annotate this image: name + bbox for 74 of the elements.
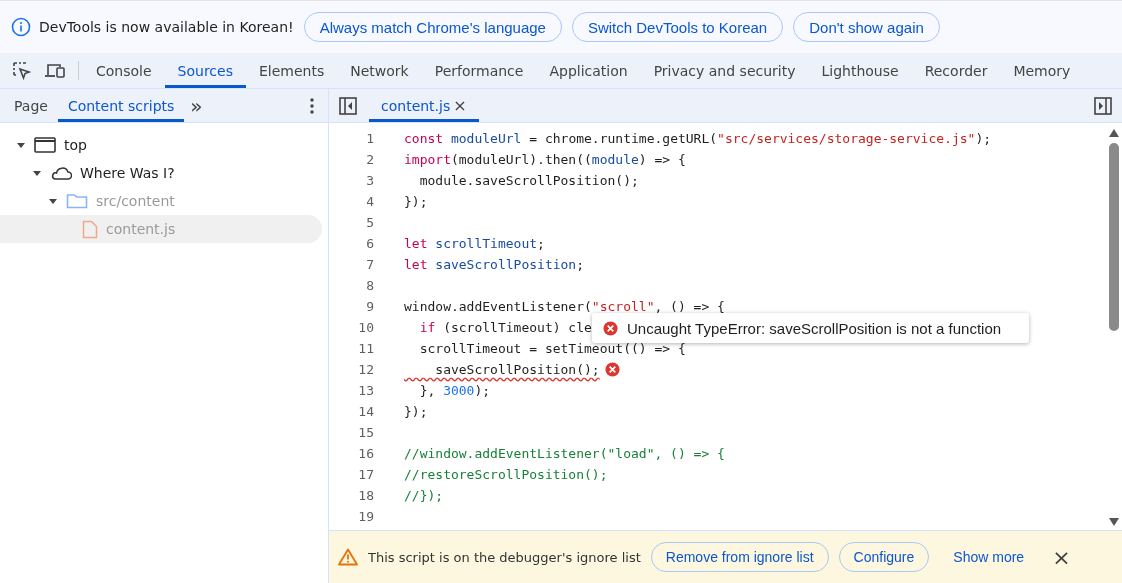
line-number: 16	[357, 446, 374, 461]
scrollbar-thumb[interactable]	[1109, 143, 1119, 331]
line-number: 17	[357, 467, 374, 482]
info-message: DevTools is now available in Korean!	[39, 19, 294, 35]
panel-tab[interactable]: Elements	[245, 53, 338, 88]
more-tabs-button[interactable]: »	[184, 89, 209, 122]
caret-icon[interactable]	[32, 168, 42, 178]
code-line: module.saveScrollPosition();	[418, 173, 639, 188]
sidebar-toggle-icon[interactable]	[339, 96, 357, 115]
line-number: 10	[357, 320, 374, 335]
line-number: 19	[357, 509, 374, 524]
folder-icon	[66, 193, 88, 209]
warning-message: This script is on the debugger's ignore list	[368, 549, 641, 565]
error-icon	[603, 320, 618, 336]
file-tab[interactable]: content.js ×	[369, 89, 479, 122]
file-icon	[82, 219, 98, 239]
code-line: }, 3000);	[418, 383, 491, 398]
line-number: 18	[357, 488, 374, 503]
code-line: window.addEventListener("scroll", () => {	[404, 299, 725, 314]
warning-icon	[338, 548, 358, 566]
panel-tab[interactable]: Recorder	[911, 53, 1001, 88]
scroll-down-icon[interactable]	[1109, 518, 1119, 526]
code-line: import(moduleUrl).then((module) => {	[404, 152, 686, 167]
panel-tab[interactable]: Lighthouse	[808, 53, 912, 88]
close-button[interactable]: ×	[453, 96, 467, 115]
line-number: 12	[357, 362, 374, 377]
line-number: 8	[365, 278, 374, 293]
inspect-icon[interactable]	[12, 60, 32, 81]
code-line: if (scrollTimeout) cle	[418, 320, 592, 335]
line-number: 15	[357, 425, 374, 440]
navigator-tab[interactable]: Content scripts	[57, 89, 185, 122]
code-line: });	[404, 404, 428, 419]
tree-item[interactable]: top	[0, 131, 322, 159]
code-line: scrollTimeout = setTimeout(() => {	[418, 341, 686, 356]
code-line: const moduleUrl = chrome.runtime.getURL("src/services/storage-service.js");	[404, 131, 992, 146]
navigator-tab[interactable]: Page	[4, 89, 58, 122]
panel-tab[interactable]: Performance	[421, 53, 537, 88]
menu-icon[interactable]	[310, 97, 314, 114]
close-button[interactable]: ×	[1046, 543, 1077, 571]
code-line: //window.addEventListener("load", () => {	[404, 446, 725, 461]
line-number: 6	[365, 236, 374, 251]
code-line: //restoreScrollPosition();	[404, 467, 608, 482]
code-line: let saveScrollPosition;	[404, 257, 585, 272]
line-number: 11	[357, 341, 374, 356]
window-icon	[34, 137, 56, 153]
show-more-link[interactable]: Show more	[947, 548, 1031, 566]
panel-tab[interactable]: Memory	[1000, 53, 1084, 88]
line-number: 4	[365, 194, 374, 209]
tree-item[interactable]: Where Was I?	[0, 159, 322, 187]
code-line: let scrollTimeout;	[404, 236, 545, 251]
sidebar-toggle-icon[interactable]	[1094, 96, 1112, 115]
scroll-up-icon[interactable]	[1109, 129, 1119, 137]
code-line: //});	[404, 488, 444, 503]
line-number: 5	[365, 215, 374, 230]
caret-icon[interactable]	[48, 196, 58, 206]
line-number: 1	[365, 131, 374, 146]
error-message: Uncaught TypeError: saveScrollPosition is not a function	[627, 319, 1002, 337]
cloud-icon	[50, 165, 72, 181]
line-number: 13	[357, 383, 374, 398]
line-number: 7	[365, 257, 374, 272]
error-icon[interactable]	[604, 362, 620, 377]
line-number: 2	[365, 152, 374, 167]
info-icon	[11, 17, 31, 37]
line-number: 3	[365, 173, 374, 188]
panel-tab[interactable]: Application	[536, 53, 641, 88]
file-tab-label[interactable]: content.js	[381, 97, 451, 114]
line-number: 9	[365, 299, 374, 314]
line-number: 14	[357, 404, 374, 419]
caret-icon[interactable]	[16, 140, 26, 150]
panel-tab[interactable]: Console	[83, 53, 165, 88]
panel-tab[interactable]: Network	[337, 53, 422, 88]
panel-tab[interactable]: Privacy and security	[640, 53, 809, 88]
code-line: });	[404, 194, 428, 209]
code-line: saveScrollPosition();	[434, 362, 600, 377]
